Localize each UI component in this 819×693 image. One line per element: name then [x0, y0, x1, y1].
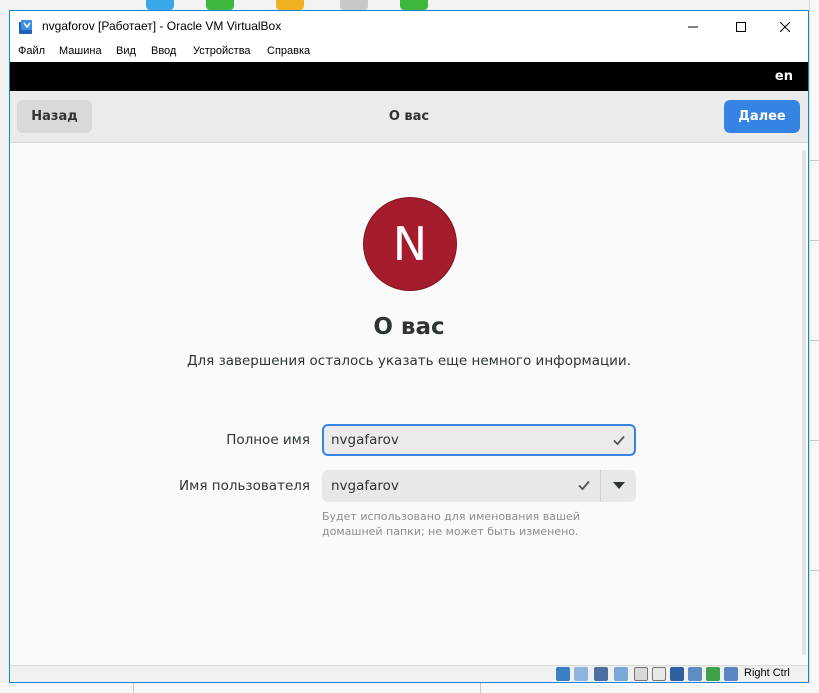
shared-folders-icon[interactable]	[652, 667, 666, 681]
header-title: О вас	[388, 109, 430, 124]
menu-file[interactable]: Файл	[18, 45, 45, 57]
cpu-icon[interactable]	[706, 667, 720, 681]
optical-drive-icon[interactable]	[574, 667, 588, 681]
desktop-background-bottom	[0, 683, 819, 693]
username-input[interactable]	[322, 470, 562, 502]
menu-input[interactable]: Ввод	[151, 45, 176, 57]
menu-view[interactable]: Вид	[116, 45, 136, 57]
mouse-integration-icon[interactable]	[724, 667, 738, 681]
full-name-field[interactable]	[322, 424, 636, 456]
maximize-button[interactable]	[718, 11, 764, 42]
guest-display[interactable]: en Назад О вас Далее N О вас Для заверше…	[10, 62, 808, 665]
virtualbox-window: nvgaforov [Работает] - Oracle VM Virtual…	[9, 10, 809, 683]
page-scrollbar[interactable]	[802, 150, 806, 655]
minimize-icon	[688, 26, 698, 27]
username-hint: Будет использовано для именования вашей …	[322, 510, 580, 538]
avatar-initial: N	[392, 217, 428, 271]
desktop-toolbar-icon	[206, 0, 234, 10]
vm-status-bar: Right Ctrl	[10, 665, 808, 682]
page-subtitle: Для завершения осталось указать еще немн…	[186, 353, 632, 369]
network-icon[interactable]	[614, 667, 628, 681]
desktop-toolbar-icon	[146, 0, 174, 10]
username-label: Имя пользователя	[179, 478, 310, 494]
menu-devices[interactable]: Устройства	[193, 45, 251, 57]
audio-icon[interactable]	[594, 667, 608, 681]
username-combo[interactable]	[322, 470, 636, 502]
menu-bar: Файл Машина Вид Ввод Устройства Справка	[10, 42, 808, 62]
display-icon[interactable]	[670, 667, 684, 681]
setup-header-bar: Назад О вас Далее	[10, 91, 808, 143]
usb-icon[interactable]	[634, 667, 648, 681]
host-key-indicator[interactable]: Right Ctrl	[744, 667, 790, 679]
check-icon	[613, 435, 625, 446]
maximize-icon	[736, 21, 746, 32]
full-name-input[interactable]	[324, 426, 594, 454]
check-icon	[578, 480, 590, 491]
menu-help[interactable]: Справка	[267, 45, 310, 57]
full-name-label: Полное имя	[226, 432, 310, 448]
username-dropdown-button[interactable]	[601, 470, 636, 502]
guest-top-bar: en	[10, 62, 808, 91]
desktop-background-right	[809, 0, 819, 693]
avatar[interactable]: N	[363, 197, 457, 291]
recording-icon[interactable]	[688, 667, 702, 681]
desktop-toolbar-icon	[276, 0, 304, 10]
title-bar[interactable]: nvgaforov [Работает] - Oracle VM Virtual…	[10, 11, 808, 42]
page-title: О вас	[373, 314, 445, 340]
chevron-down-icon	[612, 482, 625, 489]
hard-disk-icon[interactable]	[556, 667, 570, 681]
close-icon	[780, 21, 790, 32]
virtualbox-app-icon	[19, 20, 32, 34]
next-button[interactable]: Далее	[724, 100, 800, 133]
desktop-toolbar-icon	[340, 0, 368, 10]
keyboard-layout-indicator[interactable]: en	[775, 69, 793, 84]
minimize-button[interactable]	[670, 11, 716, 42]
menu-machine[interactable]: Машина	[59, 45, 102, 57]
desktop-toolbar-icon	[400, 0, 428, 10]
window-title: nvgaforov [Работает] - Oracle VM Virtual…	[42, 19, 282, 33]
close-button[interactable]	[762, 11, 808, 42]
